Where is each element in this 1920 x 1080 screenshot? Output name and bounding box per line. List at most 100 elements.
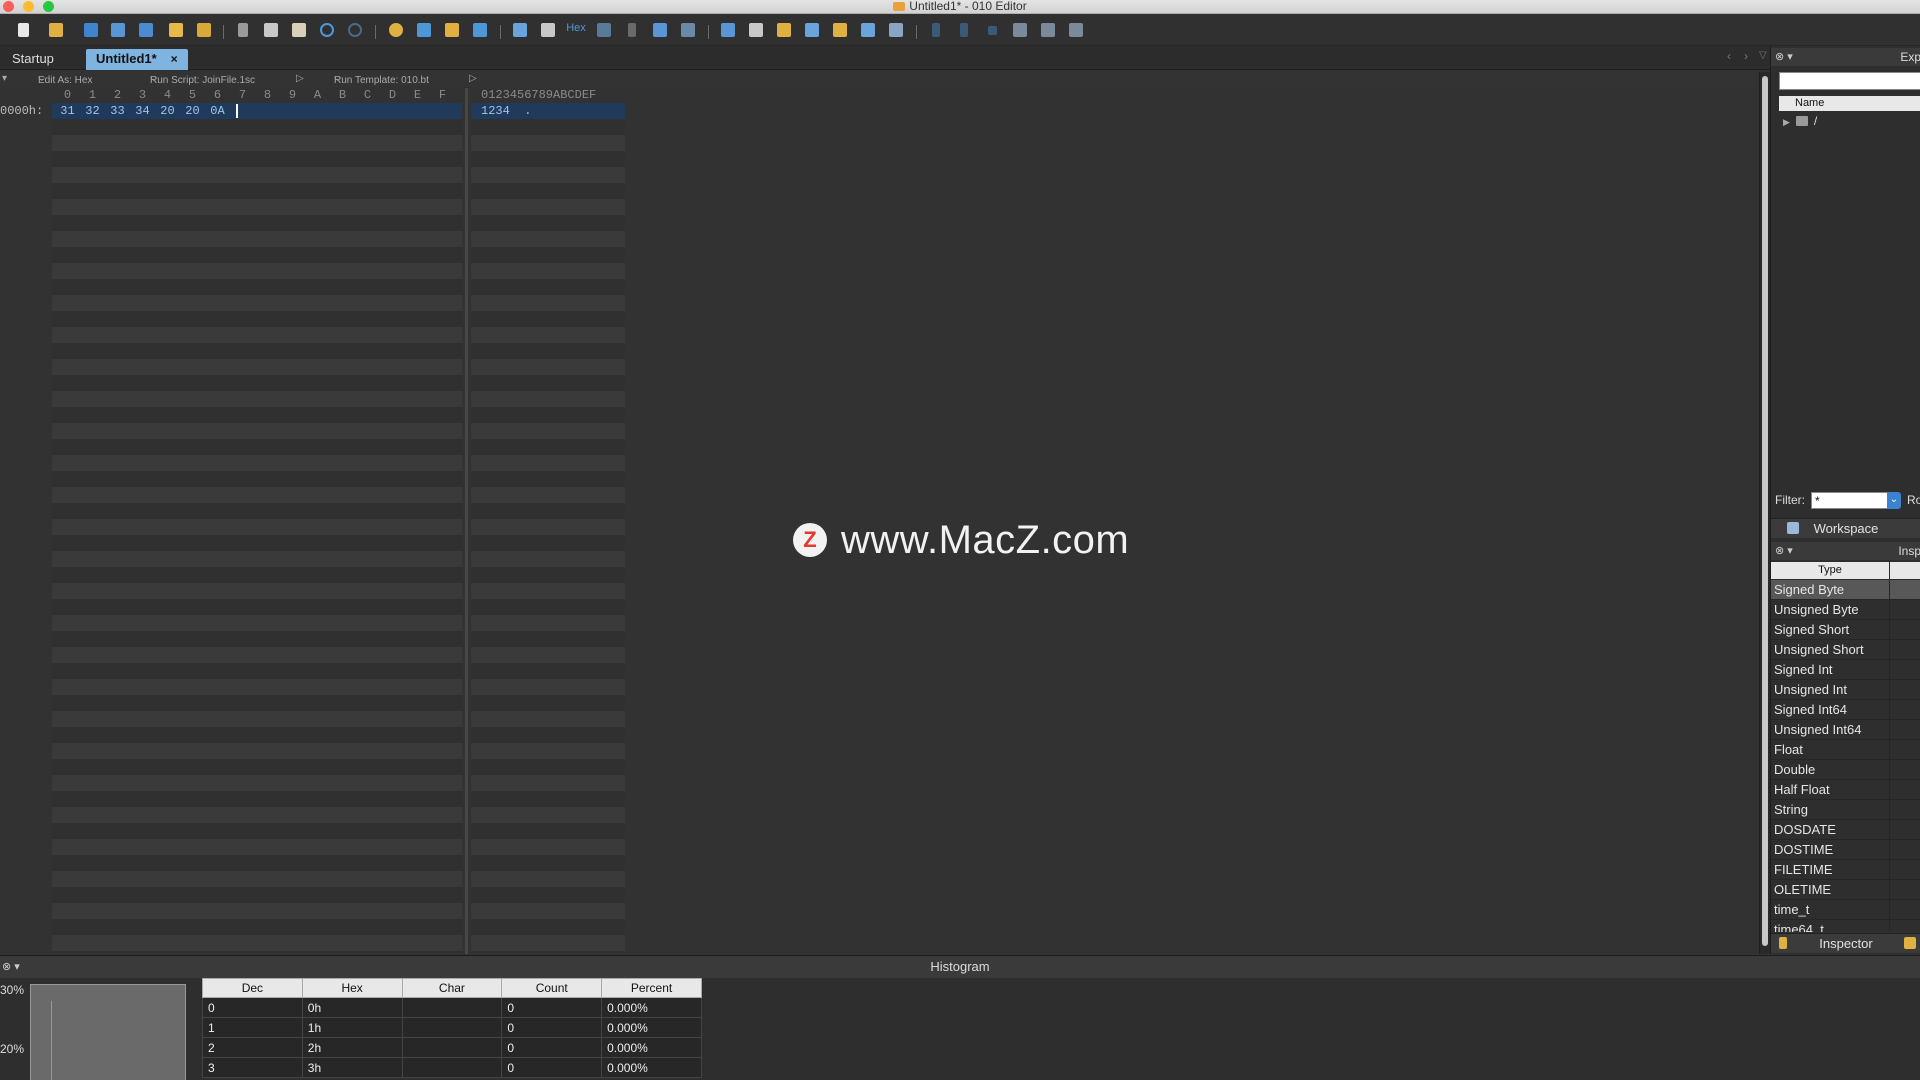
panel-close-icon[interactable]: ⊗ ▾ [1775,544,1793,557]
inspector-row[interactable]: DOSTIME [1771,840,1920,860]
inspector-row[interactable]: OLETIME [1771,880,1920,900]
checksum-button[interactable] [858,20,878,40]
text-pane[interactable] [471,103,625,953]
split-view-button[interactable] [650,20,670,40]
editor-scrollbar[interactable] [1759,72,1770,954]
text-mode-button[interactable] [510,20,530,40]
inspector-type-column[interactable]: Type [1771,562,1889,579]
find-button[interactable] [386,20,406,40]
paste-button[interactable] [289,20,309,40]
text-row[interactable]: 1234 . [481,103,531,119]
tab-list-icon[interactable]: ▽ [1759,50,1767,61]
inspector-row[interactable]: Signed Short [1771,620,1920,640]
inspector-row[interactable]: Half Float [1771,780,1920,800]
inspector-row[interactable]: time64_t [1771,920,1920,932]
tab-workspace[interactable]: Workspace [1771,518,1920,538]
cut-button[interactable] [233,20,253,40]
column-hex[interactable]: Hex [301,978,403,998]
undo-button[interactable] [317,20,337,40]
save-as-button[interactable] [108,20,128,40]
histogram-button[interactable] [830,20,850,40]
save-all-button[interactable] [136,20,156,40]
hex-byte[interactable]: 20 [180,103,205,119]
redo-button[interactable] [345,20,365,40]
table-row[interactable]: 0 0h 0 0.000% [202,997,702,1018]
hex-byte[interactable]: 20 [155,103,180,119]
hex-mode-button[interactable]: Hex [566,20,586,40]
copy-button[interactable] [261,20,281,40]
histogram-graph[interactable] [30,984,186,1080]
inspector-row[interactable]: Double [1771,760,1920,780]
inspector-row[interactable]: DOSDATE [1771,820,1920,840]
operations-button[interactable] [802,20,822,40]
inspector-row[interactable]: String [1771,800,1920,820]
hex-byte[interactable]: 33 [105,103,130,119]
column-percent[interactable]: Percent [601,978,702,998]
workspace-folder-button[interactable] [166,20,186,40]
tab-untitled1[interactable]: Untitled1* × [86,49,188,70]
new-file-button[interactable] [14,20,34,40]
inspector-row[interactable]: Unsigned Int64 [1771,720,1920,740]
run-script-dropdown[interactable]: Run Script: JoinFile.1sc ⌵ [150,73,255,86]
marker-button[interactable] [538,20,558,40]
replace-button[interactable] [414,20,434,40]
inspector-row[interactable]: Unsigned Int [1771,680,1920,700]
hex-byte[interactable]: 34 [130,103,155,119]
pause-button[interactable] [954,20,974,40]
scrollbar-thumb[interactable] [1762,76,1768,946]
run-template-dropdown[interactable]: Run Template: 010.bt ⌵ [334,73,429,86]
address-button[interactable] [678,20,698,40]
inspector-options-icon[interactable] [1904,937,1916,949]
inspector-value-column[interactable] [1890,562,1920,579]
tab-prev-icon[interactable]: ‹ [1727,49,1731,63]
run-template-play-icon[interactable]: ▷ [469,73,477,84]
inspector-row[interactable]: Unsigned Short [1771,640,1920,660]
compare-button[interactable] [746,20,766,40]
collapse-icon[interactable]: ▾ [2,73,7,84]
explorer-name-column[interactable]: Name [1779,96,1920,111]
hex-byte[interactable]: 0A [205,103,230,119]
inspector-row[interactable]: Signed Int64 [1771,700,1920,720]
column-char[interactable]: Char [401,978,503,998]
tab-startup[interactable]: Startup [2,49,64,70]
edit-as-dropdown[interactable]: Edit As: Hex ⌵ [38,73,92,86]
goto-button[interactable] [470,20,490,40]
inspector-row[interactable]: time_t [1771,900,1920,920]
open-file-button[interactable] [46,20,66,40]
open-recent-button[interactable] [194,20,214,40]
step-into-button[interactable] [1010,20,1030,40]
hex-byte[interactable]: 32 [80,103,105,119]
expand-arrow-icon[interactable]: ▶ [1783,117,1790,127]
close-tab-icon[interactable]: × [171,52,178,66]
find-in-files-button[interactable] [442,20,462,40]
tab-inspector[interactable]: Inspector [1771,933,1920,953]
column-count[interactable]: Count [501,978,603,998]
tree-item-root[interactable]: ▶ / [1779,114,1817,128]
inspector-row[interactable]: Signed Int [1771,660,1920,680]
table-row[interactable]: 1 1h 0 0.000% [202,1017,702,1038]
inspector-row[interactable]: FILETIME [1771,860,1920,880]
inspector-row[interactable]: Unsigned Byte [1771,600,1920,620]
save-button[interactable] [81,20,101,40]
filter-dropdown-icon[interactable]: ⌄ [1887,492,1901,509]
pane-divider[interactable] [465,88,468,954]
hex-pane[interactable] [52,103,462,953]
hex-byte[interactable]: 31 [55,103,80,119]
stop-button[interactable] [982,20,1002,40]
step-out-button[interactable] [1066,20,1086,40]
run-script-play-icon[interactable]: ▷ [296,73,304,84]
run-button[interactable] [926,20,946,40]
explorer-path-input[interactable] [1779,72,1920,90]
convert-button[interactable] [774,20,794,40]
filter-input[interactable]: * [1811,492,1889,509]
templates-button[interactable] [886,20,906,40]
tab-next-icon[interactable]: › [1744,49,1748,63]
step-over-button[interactable] [1038,20,1058,40]
show-whitespace-button[interactable] [622,20,642,40]
calculator-button[interactable] [718,20,738,40]
table-row[interactable]: 3 3h 0 0.000% [202,1057,702,1078]
column-dec[interactable]: Dec [202,978,303,998]
panel-close-icon[interactable]: ⊗ ▾ [1775,50,1793,63]
inspector-row[interactable]: Signed Byte [1771,580,1920,600]
columns-button[interactable] [594,20,614,40]
